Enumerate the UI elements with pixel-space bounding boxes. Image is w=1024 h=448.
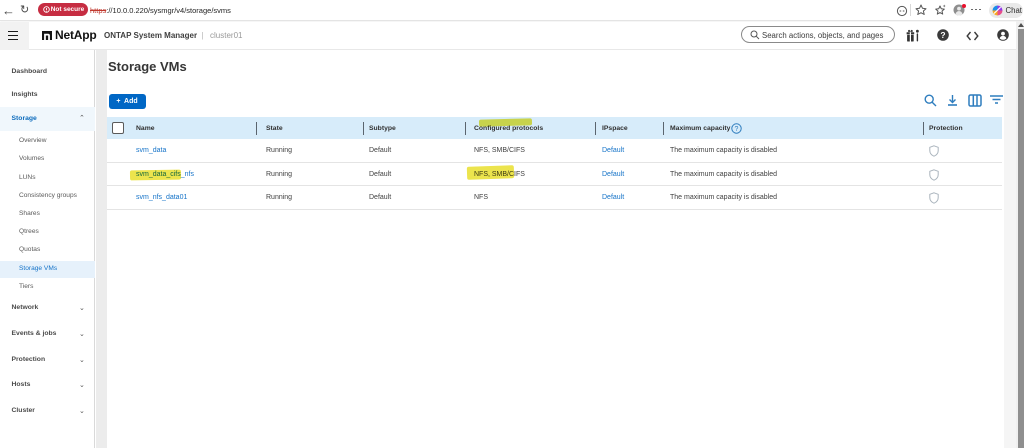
svg-text:?: ?	[735, 126, 739, 133]
svg-text:?: ?	[940, 30, 945, 40]
